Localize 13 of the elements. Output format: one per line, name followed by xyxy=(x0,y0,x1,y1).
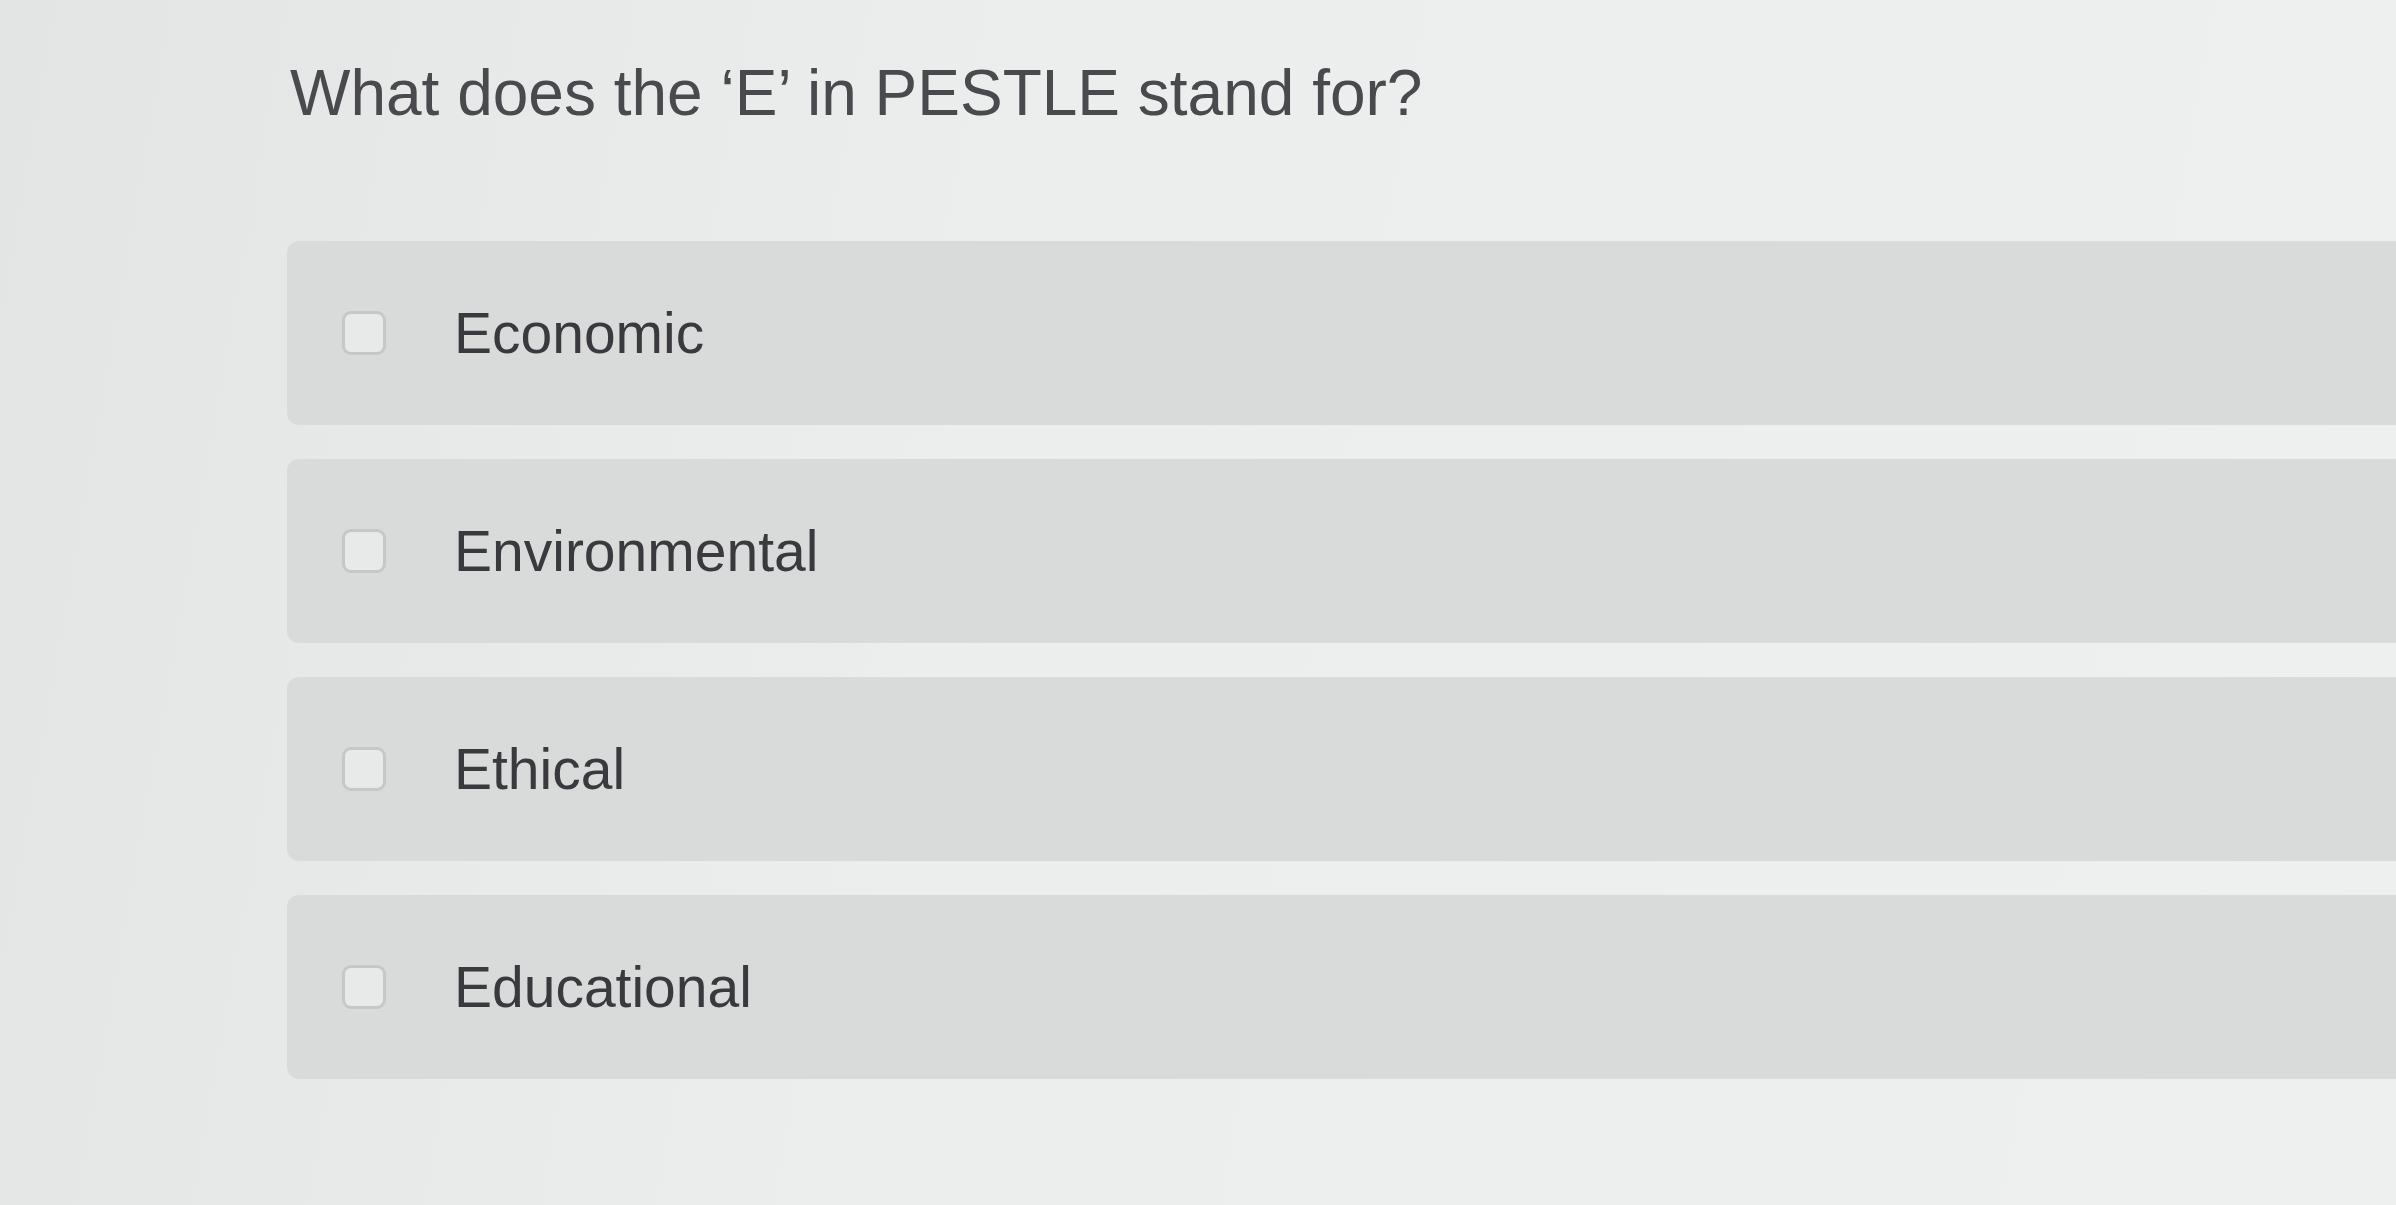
option-label: Environmental xyxy=(454,518,819,584)
answer-option[interactable]: Economic xyxy=(287,241,2396,425)
option-label: Educational xyxy=(454,954,752,1020)
checkbox[interactable] xyxy=(342,965,386,1009)
checkbox[interactable] xyxy=(342,747,386,791)
option-label: Economic xyxy=(454,300,705,366)
answer-option[interactable]: Educational xyxy=(287,895,2396,1079)
question-text: What does the ‘E’ in PESTLE stand for? xyxy=(290,56,1423,130)
answer-option[interactable]: Ethical xyxy=(287,677,2396,861)
checkbox[interactable] xyxy=(342,311,386,355)
option-label: Ethical xyxy=(454,736,626,802)
answer-option[interactable]: Environmental xyxy=(287,459,2396,643)
checkbox[interactable] xyxy=(342,529,386,573)
